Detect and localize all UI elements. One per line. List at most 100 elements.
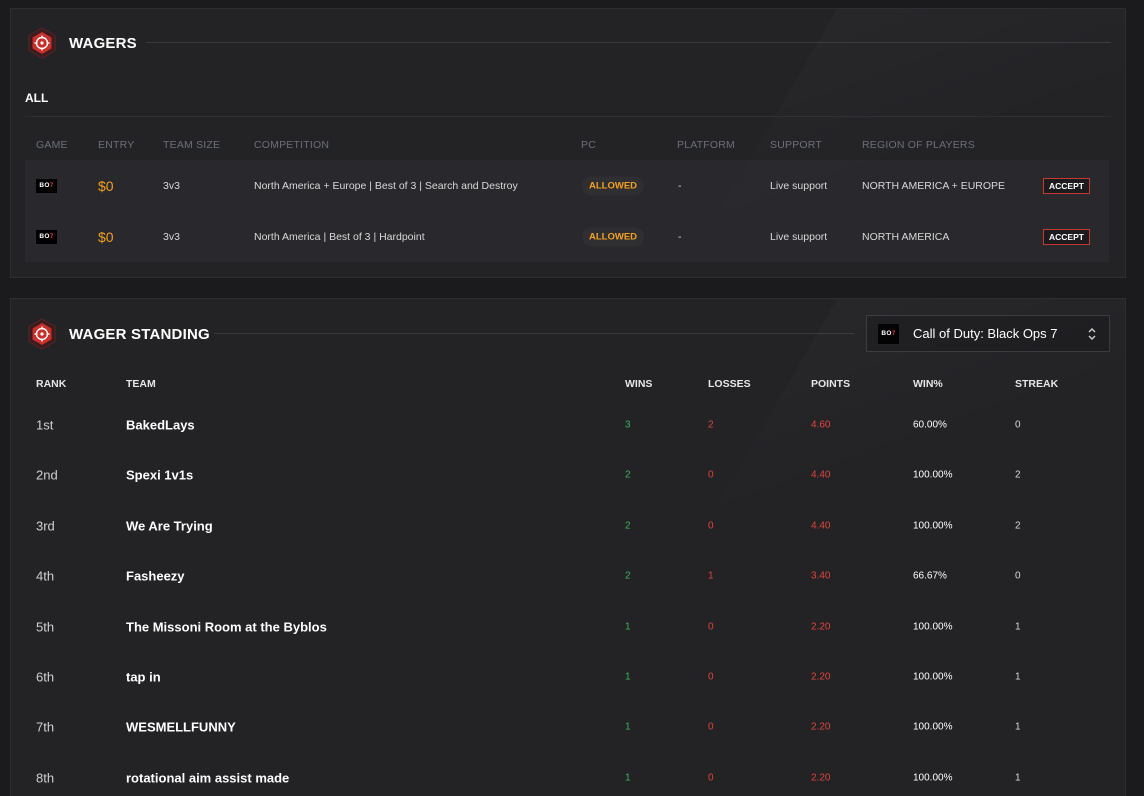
points: 3.40 xyxy=(811,570,831,582)
col-support: SUPPORT xyxy=(770,139,822,151)
losses: 0 xyxy=(708,671,714,683)
header-divider xyxy=(214,333,854,334)
accept-button[interactable]: ACCEPT xyxy=(1043,177,1090,194)
win-pct: 66.67% xyxy=(913,570,947,582)
divider xyxy=(25,116,1111,117)
win-pct: 100.00% xyxy=(913,520,953,532)
team-size: 3v3 xyxy=(163,230,180,243)
points: 2.20 xyxy=(811,621,831,633)
table-row: 4th Fasheezy 2 1 3.40 66.67% 0 xyxy=(11,551,1125,601)
rank: 3rd xyxy=(36,518,55,534)
col-competition: COMPETITION xyxy=(254,139,330,151)
region: NORTH AMERICA xyxy=(862,230,950,243)
team-size: 3v3 xyxy=(163,179,180,192)
team-name[interactable]: Fasheezy xyxy=(126,569,185,584)
rank: 8th xyxy=(36,770,55,786)
points: 4.40 xyxy=(811,469,831,481)
rank: 2nd xyxy=(36,467,58,483)
losses: 0 xyxy=(708,721,714,733)
streak: 0 xyxy=(1015,570,1021,582)
losses: 0 xyxy=(708,621,714,633)
wagers-header: WAGERS xyxy=(27,26,137,60)
game-select-value: Call of Duty: Black Ops 7 xyxy=(913,326,1058,341)
entry-value: $0 xyxy=(98,228,114,245)
wagers-panel: WAGERS ALL GAME ENTRY TEAM SIZE COMPETIT… xyxy=(10,8,1126,278)
col-game: GAME xyxy=(36,139,68,151)
streak: 1 xyxy=(1015,671,1021,683)
table-row: 7th WESMELLFUNNY 1 0 2.20 100.00% 1 xyxy=(11,702,1125,752)
table-row: 2nd Spexi 1v1s 2 0 4.40 100.00% 2 xyxy=(11,450,1125,500)
team-name[interactable]: BakedLays xyxy=(126,418,195,433)
streak: 0 xyxy=(1015,419,1021,431)
accept-button[interactable]: ACCEPT xyxy=(1043,228,1090,245)
col-streak: STREAK xyxy=(1015,378,1059,390)
win-pct: 100.00% xyxy=(913,621,953,633)
team-name[interactable]: We Are Trying xyxy=(126,519,213,534)
col-platform: PLATFORM xyxy=(677,139,735,151)
table-row: 1st BakedLays 3 2 4.60 60.00% 0 xyxy=(11,400,1125,450)
win-pct: 60.00% xyxy=(913,419,947,431)
game-logo-icon: BO 7 xyxy=(878,323,899,344)
points: 2.20 xyxy=(811,721,831,733)
col-win-pct: WIN% xyxy=(913,378,943,390)
team-name[interactable]: rotational aim assist made xyxy=(126,771,289,786)
table-row: 3rd We Are Trying 2 0 4.40 100.00% 2 xyxy=(11,501,1125,551)
crosshair-icon xyxy=(27,27,57,59)
losses: 0 xyxy=(708,469,714,481)
table-row: 6th tap in 1 0 2.20 100.00% 1 xyxy=(11,652,1125,702)
team-name[interactable]: WESMELLFUNNY xyxy=(126,720,236,735)
table-row: 5th The Missoni Room at the Byblos 1 0 2… xyxy=(11,602,1125,652)
crosshair-icon xyxy=(27,318,57,350)
team-name[interactable]: tap in xyxy=(126,670,161,685)
entry-value: $0 xyxy=(98,177,114,194)
platform: - xyxy=(678,179,682,192)
points: 4.60 xyxy=(811,419,831,431)
wager-row: BO 7 $0 3v3 North America + Europe | Best… xyxy=(25,160,1109,211)
losses: 2 xyxy=(708,419,714,431)
wins: 2 xyxy=(625,570,631,582)
game-select-dropdown[interactable]: BO 7 Call of Duty: Black Ops 7 xyxy=(866,315,1110,352)
support: Live support xyxy=(770,230,828,243)
col-rank: RANK xyxy=(36,378,67,390)
rank: 7th xyxy=(36,719,55,735)
standing-table-header: RANK TEAM WINS LOSSES POINTS WIN% STREAK xyxy=(11,378,1125,392)
table-row: 8th rotational aim assist made 1 0 2.20 … xyxy=(11,753,1125,796)
col-points: POINTS xyxy=(811,378,851,390)
wins: 1 xyxy=(625,671,631,683)
win-pct: 100.00% xyxy=(913,469,953,481)
rank: 5th xyxy=(36,619,55,635)
col-entry: ENTRY xyxy=(98,139,135,151)
wagers-table-header: GAME ENTRY TEAM SIZE COMPETITION PC PLAT… xyxy=(25,139,1111,153)
wins: 1 xyxy=(625,772,631,784)
support: Live support xyxy=(770,179,828,192)
section-title: WAGER STANDING xyxy=(69,325,210,343)
col-pc: PC xyxy=(581,139,596,151)
platform: - xyxy=(678,230,682,243)
streak: 1 xyxy=(1015,621,1021,633)
header-divider xyxy=(146,42,1111,43)
points: 2.20 xyxy=(811,671,831,683)
filter-all-tab[interactable]: ALL xyxy=(25,91,48,105)
standing-header: WAGER STANDING xyxy=(27,317,210,351)
col-losses: LOSSES xyxy=(708,378,751,390)
competition: North America + Europe | Best of 3 | Sea… xyxy=(254,179,518,192)
col-wins: WINS xyxy=(625,378,653,390)
wager-standing-panel: WAGER STANDING BO 7 Call of Duty: Black O… xyxy=(10,298,1126,796)
game-logo-icon: BO 7 xyxy=(36,178,57,193)
streak: 1 xyxy=(1015,772,1021,784)
col-region: REGION OF PLAYERS xyxy=(862,139,975,151)
rank: 4th xyxy=(36,568,55,584)
wager-row: BO 7 $0 3v3 North America | Best of 3 | H… xyxy=(25,211,1109,262)
col-team: TEAM xyxy=(126,378,156,390)
streak: 1 xyxy=(1015,721,1021,733)
section-title: WAGERS xyxy=(69,34,137,52)
pc-status-badge: ALLOWED xyxy=(582,176,645,195)
team-name[interactable]: Spexi 1v1s xyxy=(126,468,193,483)
losses: 0 xyxy=(708,520,714,532)
wins: 1 xyxy=(625,621,631,633)
win-pct: 100.00% xyxy=(913,671,953,683)
wins: 2 xyxy=(625,520,631,532)
rank: 1st xyxy=(36,417,54,433)
win-pct: 100.00% xyxy=(913,721,953,733)
team-name[interactable]: The Missoni Room at the Byblos xyxy=(126,620,327,635)
